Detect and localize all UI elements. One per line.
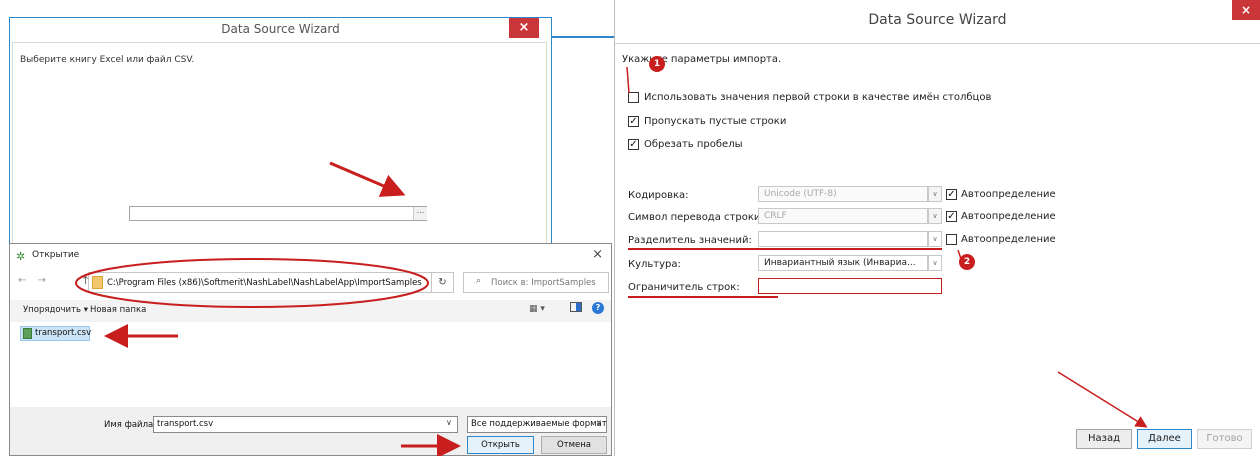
badge2-pointer (957, 249, 963, 263)
badge1-pointer (626, 66, 630, 94)
arrow-to-browse-button (329, 161, 406, 197)
annotation-overlay (75, 66, 1148, 456)
highlight-ellipse-address (75, 258, 429, 308)
arrow-to-next-button (1057, 371, 1148, 428)
